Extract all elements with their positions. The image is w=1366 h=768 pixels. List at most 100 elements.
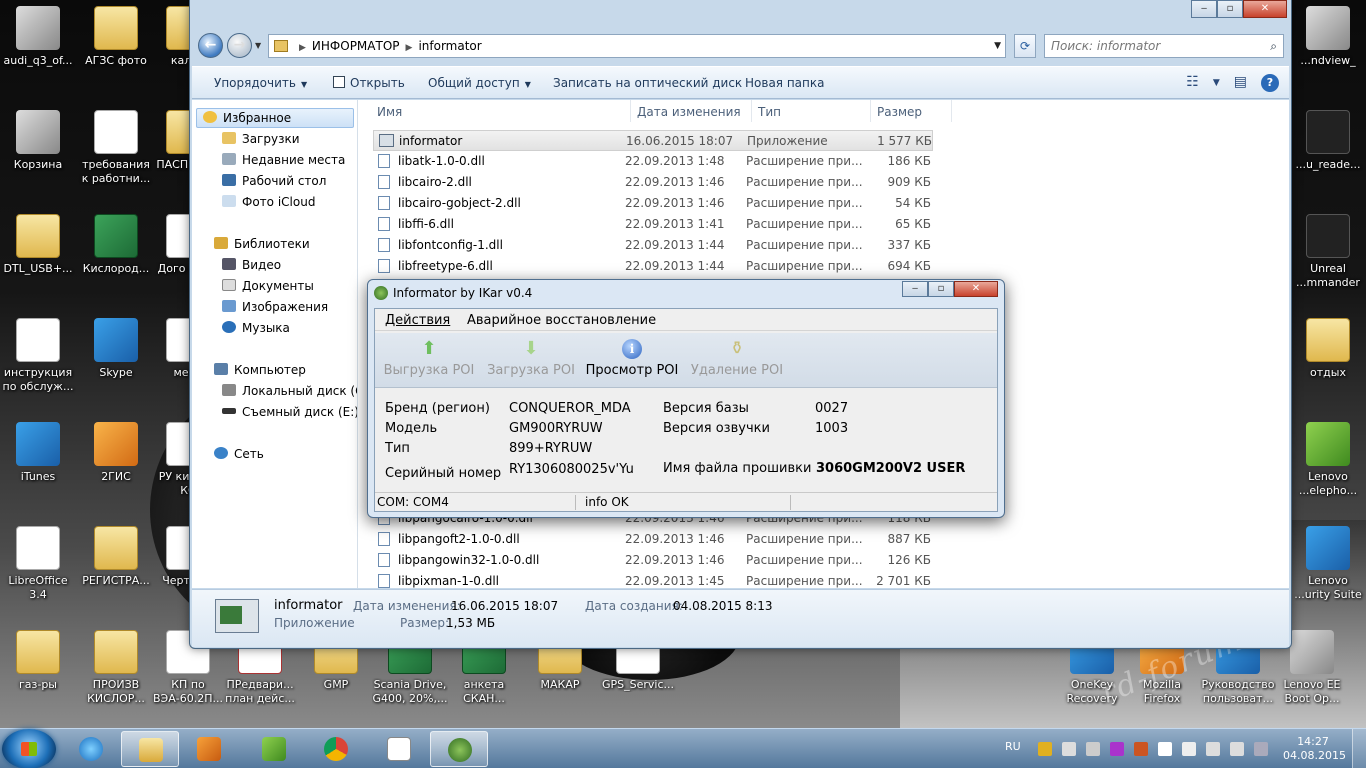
file-row[interactable]: libpangowin32-1.0-0.dll 22.09.2013 1:46 Ра…: [373, 550, 933, 571]
monitor-icon[interactable]: [1086, 742, 1100, 756]
back-button[interactable]: ←: [198, 33, 223, 58]
nav-computer[interactable]: Компьютер: [214, 363, 306, 377]
nav-network[interactable]: Сеть: [214, 447, 264, 461]
file-row[interactable]: libatk-1.0-0.dll 22.09.2013 1:48 Расширени…: [373, 151, 933, 172]
minimize-button[interactable]: ‒: [1191, 0, 1217, 18]
desktop-icon[interactable]: ...ndview_: [1290, 0, 1366, 100]
desktop-icon[interactable]: ...u_reade...: [1290, 104, 1366, 204]
file-row[interactable]: libffi-6.dll 22.09.2013 1:41 Расширение пр…: [373, 214, 933, 235]
taskbar-explorer[interactable]: [121, 731, 179, 767]
show-desktop-button[interactable]: [1352, 729, 1366, 768]
file-row[interactable]: libcairo-gobject-2.dll 22.09.2013 1:46 Рас…: [373, 193, 933, 214]
preview-pane-icon[interactable]: ▤: [1234, 74, 1247, 92]
volume-icon[interactable]: [1230, 742, 1244, 756]
desktop-icon[interactable]: 2ГИС: [78, 416, 154, 516]
close-button[interactable]: ✕: [954, 281, 998, 297]
desktop-icon[interactable]: iTunes: [0, 416, 76, 516]
keyboard-icon[interactable]: [1254, 742, 1268, 756]
file-row[interactable]: libcairo-2.dll 22.09.2013 1:46 Расширение …: [373, 172, 933, 193]
refresh-button[interactable]: ⟳: [1014, 34, 1036, 58]
share-button[interactable]: Общий доступ ▼: [428, 76, 531, 90]
nav-documents[interactable]: Документы: [222, 279, 314, 293]
search-input[interactable]: Поиск: informator ⌕: [1044, 34, 1284, 58]
organize-button[interactable]: Упорядочить ▼: [214, 76, 307, 90]
network-icon[interactable]: [1206, 742, 1220, 756]
forward-button[interactable]: →: [227, 33, 252, 58]
upload-poi-button[interactable]: ⬆ Выгрузка POI: [383, 339, 475, 379]
column-separator[interactable]: [951, 100, 952, 122]
nav-images[interactable]: Изображения: [222, 300, 328, 314]
maximize-button[interactable]: ▫: [928, 281, 954, 297]
menu-recovery[interactable]: Аварийное восстановление: [467, 313, 656, 328]
desktop-icon[interactable]: Корзина: [0, 104, 76, 204]
taskbar-informator[interactable]: [430, 731, 488, 767]
taskbar-document[interactable]: [370, 731, 428, 767]
desktop-icon[interactable]: Кислород...: [78, 208, 154, 308]
delete-poi-button[interactable]: ⚱ Удаление POI: [687, 339, 787, 379]
column-separator[interactable]: [630, 100, 631, 122]
file-row[interactable]: libfontconfig-1.dll 22.09.2013 1:44 Расшир…: [373, 235, 933, 256]
new-folder-button[interactable]: Новая папка: [745, 76, 824, 90]
view-dropdown-icon[interactable]: ▼: [1213, 74, 1220, 92]
usb-icon[interactable]: [1158, 742, 1172, 756]
nav-removable-disk[interactable]: Съемный диск (E:): [222, 405, 357, 419]
history-dropdown-icon[interactable]: ▼: [255, 41, 261, 50]
column-header-type[interactable]: Тип: [758, 105, 781, 119]
address-dropdown-icon[interactable]: ▼: [994, 35, 1001, 57]
desktop-icon[interactable]: LibreOffice 3.4: [0, 520, 76, 620]
desktop-icon[interactable]: инструкция по обслуж...: [0, 312, 76, 412]
file-row[interactable]: informator 16.06.2015 18:07 Приложение 1 57…: [373, 130, 933, 151]
taskbar-internet-explorer[interactable]: [62, 731, 120, 767]
column-header-size[interactable]: Размер: [877, 105, 922, 119]
app-tray-icon[interactable]: [1110, 742, 1124, 756]
column-separator[interactable]: [751, 100, 752, 122]
nav-music[interactable]: Музыка: [222, 321, 290, 335]
desktop-icon[interactable]: Unreal ...mmander: [1290, 208, 1366, 308]
desktop-icon[interactable]: требования к работни...: [78, 104, 154, 204]
file-row[interactable]: libpixman-1-0.dll 22.09.2013 1:45 Расширен…: [373, 571, 933, 588]
column-header-name[interactable]: Имя: [377, 105, 402, 119]
clock[interactable]: 14:27 04.08.2015: [1283, 735, 1346, 763]
desktop-icon[interactable]: audi_q3_of...: [0, 0, 76, 100]
search-icon[interactable]: ⌕: [1270, 35, 1277, 57]
desktop-icon[interactable]: DTL_USB+...: [0, 208, 76, 308]
maximize-button[interactable]: ▫: [1217, 0, 1243, 18]
breadcrumb-item[interactable]: ИНФОРМАТОР: [312, 39, 400, 53]
menu-actions[interactable]: Действия: [385, 313, 450, 328]
open-button[interactable]: Открыть: [333, 76, 405, 90]
desktop-icon[interactable]: РЕГИСТРА...: [78, 520, 154, 620]
nav-downloads[interactable]: Загрузки: [222, 132, 300, 146]
nav-video[interactable]: Видео: [222, 258, 281, 272]
nav-favorites[interactable]: Избранное: [196, 108, 354, 128]
view-options-icon[interactable]: ☷: [1186, 74, 1199, 92]
battery-icon[interactable]: [1182, 742, 1196, 756]
desktop-icon[interactable]: ПРОИЗВ КИСЛОР...: [78, 624, 154, 724]
desktop-icon[interactable]: отдых: [1290, 312, 1366, 412]
view-poi-button[interactable]: i Просмотр POI: [585, 339, 679, 378]
desktop-icon[interactable]: Lenovo ...urity Suite: [1290, 520, 1366, 620]
address-bar[interactable]: ▶ ИНФОРМАТОР ▶ informator ▼: [268, 34, 1006, 58]
taskbar-chrome[interactable]: [307, 731, 365, 767]
nav-local-disk[interactable]: Локальный диск (C:: [222, 384, 357, 398]
nav-libraries[interactable]: Библиотеки: [214, 237, 310, 251]
nav-recent[interactable]: Недавние места: [222, 153, 345, 167]
help-icon[interactable]: ?: [1261, 74, 1279, 92]
desktop-icon[interactable]: Lenovo ...elephо...: [1290, 416, 1366, 516]
file-row[interactable]: libpangoft2-1.0-0.dll 22.09.2013 1:46 Расш…: [373, 529, 933, 550]
taskbar-app-green[interactable]: [245, 731, 303, 767]
antivirus-icon[interactable]: [1134, 742, 1148, 756]
nav-desktop[interactable]: Рабочий стол: [222, 174, 326, 188]
language-indicator[interactable]: RU: [1005, 740, 1021, 753]
start-button[interactable]: [2, 729, 56, 768]
breadcrumb-item[interactable]: informator: [418, 39, 481, 53]
column-header-date[interactable]: Дата изменения: [637, 105, 741, 119]
desktop-icon[interactable]: АГЗС фото: [78, 0, 154, 100]
windows-flag-icon[interactable]: [1062, 742, 1076, 756]
file-row[interactable]: libfreetype-6.dll 22.09.2013 1:44 Расширен…: [373, 256, 933, 277]
download-poi-button[interactable]: ⬇ Загрузка POI: [485, 339, 577, 379]
taskbar-media-player[interactable]: [180, 731, 238, 767]
nav-icloud[interactable]: Фото iCloud: [222, 195, 315, 209]
minimize-button[interactable]: ‒: [902, 281, 928, 297]
close-button[interactable]: ✕: [1243, 0, 1287, 18]
burn-button[interactable]: Записать на оптический диск: [553, 76, 742, 90]
